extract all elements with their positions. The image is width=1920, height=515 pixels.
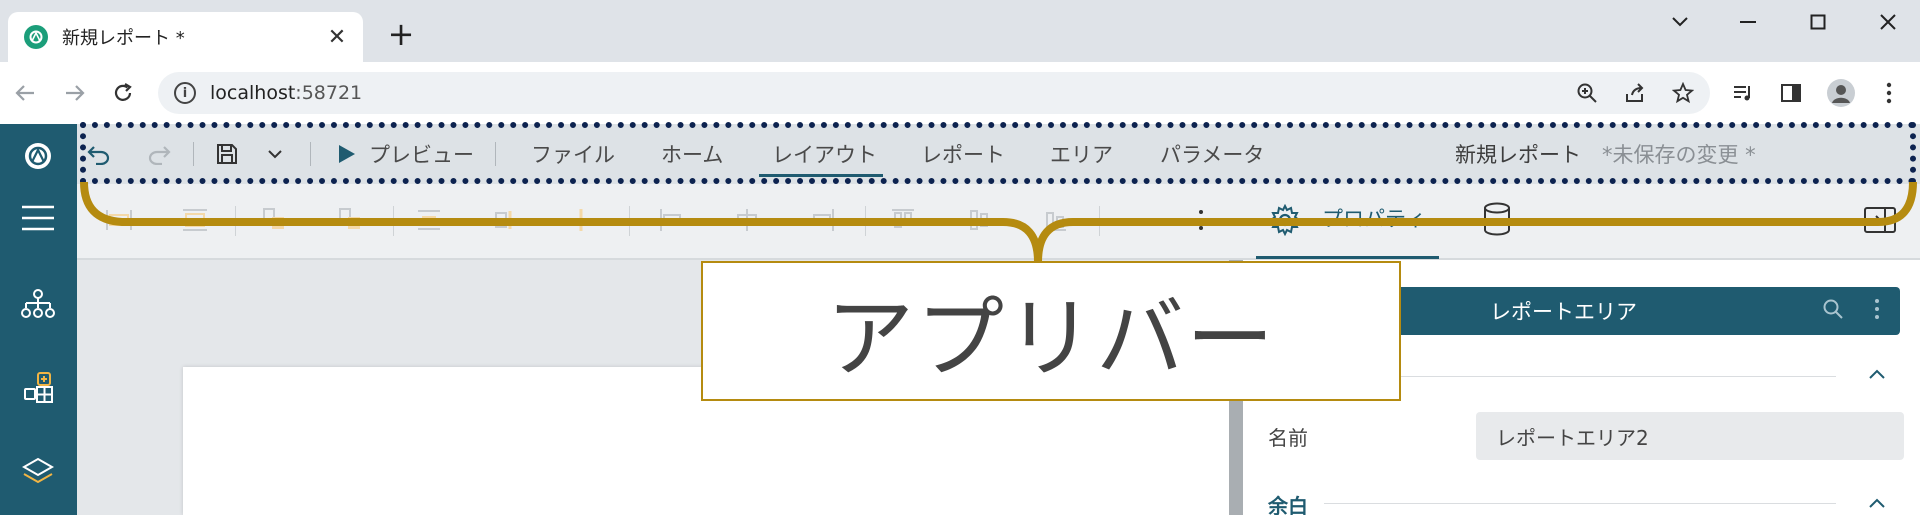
annotation-bracket <box>80 181 1917 263</box>
annotation-callout: アプリバー <box>701 261 1401 401</box>
